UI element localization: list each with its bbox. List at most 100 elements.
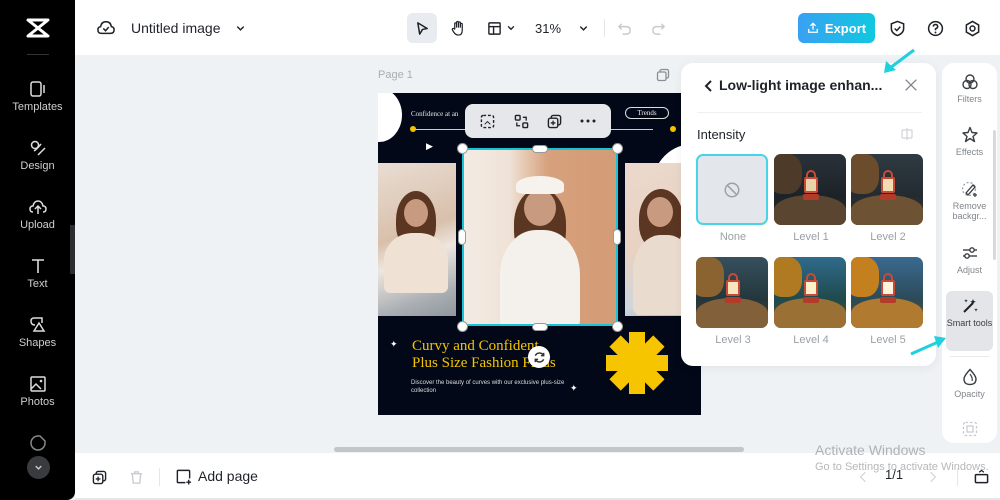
sidebar-item-text[interactable]: Text <box>0 257 75 307</box>
tool-filters[interactable]: Filters <box>946 73 993 104</box>
layout-dropdown[interactable] <box>481 13 521 43</box>
shapes-icon <box>29 317 45 332</box>
duplicate-icon <box>547 114 562 128</box>
page-label: Page 1 <box>378 69 413 81</box>
option-label: Level 1 <box>793 231 829 243</box>
capcut-logo[interactable] <box>0 0 75 55</box>
shield-button[interactable] <box>886 17 908 39</box>
zoom-level[interactable]: 31% <box>535 18 561 38</box>
option-label: Level 4 <box>793 334 829 346</box>
intensity-option-level-1[interactable]: Level 1 <box>774 154 848 243</box>
duplicate-icon <box>92 470 106 484</box>
chevron-left-icon <box>704 80 712 92</box>
sidebar-item-photos[interactable]: Photos <box>0 375 75 425</box>
sparkle-decoration: ✦ <box>570 383 578 393</box>
element-floating-toolbar <box>465 104 611 138</box>
delete-page-button[interactable] <box>126 467 146 487</box>
export-button[interactable]: Export <box>798 13 875 43</box>
intensity-option-level-2[interactable]: Level 2 <box>851 154 925 243</box>
duplicate-page-button[interactable] <box>89 467 109 487</box>
chevron-down-icon[interactable] <box>232 19 248 37</box>
tool-opacity[interactable]: Opacity <box>946 368 993 399</box>
tools-scrollbar[interactable] <box>993 130 996 260</box>
undo-button[interactable] <box>613 17 635 39</box>
rotate-handle[interactable] <box>528 346 550 368</box>
duplicate-page-icon[interactable] <box>656 68 670 82</box>
tools-divider <box>950 356 990 357</box>
tool-smart-tools[interactable]: Smart tools <box>946 291 993 351</box>
close-button[interactable] <box>903 77 921 95</box>
resize-handle-bottom-right[interactable] <box>612 321 623 332</box>
replace-button[interactable] <box>510 110 532 132</box>
thumbnail-none <box>696 154 768 225</box>
sparkle-decoration: ✦ <box>390 339 398 349</box>
resize-handle-top[interactable] <box>532 145 548 153</box>
document-title[interactable]: Untitled image <box>131 18 221 38</box>
resize-handle-right[interactable] <box>613 229 621 245</box>
design-subtext[interactable]: Discover the beauty of curves with our e… <box>411 379 571 395</box>
pointer-icon <box>416 21 428 35</box>
sidebar-item-templates[interactable]: Templates <box>0 80 75 130</box>
selection-box <box>462 148 618 326</box>
thumbnail-level-4 <box>774 257 846 328</box>
layout-icon <box>487 21 501 35</box>
horizontal-scrollbar[interactable] <box>334 447 744 452</box>
filters-icon <box>961 74 978 90</box>
resize-handle-bottom-left[interactable] <box>457 321 468 332</box>
yellow-dot <box>410 126 416 132</box>
select-tool-button[interactable] <box>407 13 437 43</box>
design-top-text[interactable]: Confidence at an <box>411 110 458 118</box>
sidebar-item-upload[interactable]: Upload <box>0 198 75 248</box>
intensity-option-none[interactable]: None <box>696 154 770 243</box>
tool-remove-background[interactable]: Remove backgr... <box>946 180 993 221</box>
resize-handle-bottom[interactable] <box>532 323 548 331</box>
gear-icon <box>965 20 979 36</box>
sidebar-more-button[interactable] <box>27 456 50 479</box>
right-tools-panel: Filters Effects Remove backgr... Adjust … <box>942 63 997 443</box>
sidebar-label: Shapes <box>18 337 57 349</box>
duplicate-button[interactable] <box>544 110 566 132</box>
sidebar-item-shapes[interactable]: Shapes <box>0 316 75 366</box>
sidebar-item-design[interactable]: Design <box>0 139 75 189</box>
crop-button[interactable] <box>477 110 499 132</box>
resize-handle-left[interactable] <box>458 229 466 245</box>
resize-handle-top-right[interactable] <box>612 143 623 154</box>
compare-icon[interactable] <box>900 127 914 141</box>
photo-left[interactable] <box>378 163 456 316</box>
help-button[interactable] <box>924 17 946 39</box>
cloud-saved-icon[interactable] <box>95 18 117 38</box>
back-button[interactable] <box>701 76 715 96</box>
rotate-icon <box>534 351 544 363</box>
tool-adjust[interactable]: Adjust <box>946 244 993 275</box>
add-page-button[interactable]: Add page <box>175 466 258 486</box>
design-tag[interactable]: Trends <box>625 107 669 119</box>
chevron-down-icon <box>35 465 42 470</box>
thumbnail-level-5 <box>851 257 923 328</box>
annotation-arrow-icon <box>884 48 915 73</box>
redo-icon <box>651 22 665 35</box>
intensity-option-level-4[interactable]: Level 4 <box>774 257 848 346</box>
remove-background-icon <box>961 181 977 197</box>
sidebar-label: Templates <box>12 101 63 113</box>
decorative-circle <box>378 93 402 142</box>
windows-activation-watermark-title: Activate Windows <box>815 442 926 458</box>
yellow-asterisk-shape[interactable] <box>606 332 668 394</box>
tool-crop[interactable] <box>946 420 993 441</box>
upload-icon <box>28 200 47 214</box>
option-label: Level 2 <box>870 231 906 243</box>
thumbnail-level-1 <box>774 154 846 225</box>
intensity-option-level-3[interactable]: Level 3 <box>696 257 770 346</box>
close-icon <box>905 79 917 91</box>
photos-icon <box>29 376 46 392</box>
tool-effects[interactable]: Effects <box>946 126 993 157</box>
hand-tool-button[interactable] <box>443 13 473 43</box>
trash-icon <box>130 470 142 484</box>
redo-button[interactable] <box>647 17 669 39</box>
opacity-drop-icon <box>962 368 977 386</box>
more-options-button[interactable] <box>577 110 599 132</box>
add-page-label: Add page <box>198 468 258 484</box>
resize-handle-top-left[interactable] <box>457 143 468 154</box>
add-page-icon <box>176 469 192 485</box>
settings-button[interactable] <box>961 17 983 39</box>
zoom-dropdown-chevron-icon[interactable] <box>575 19 591 37</box>
